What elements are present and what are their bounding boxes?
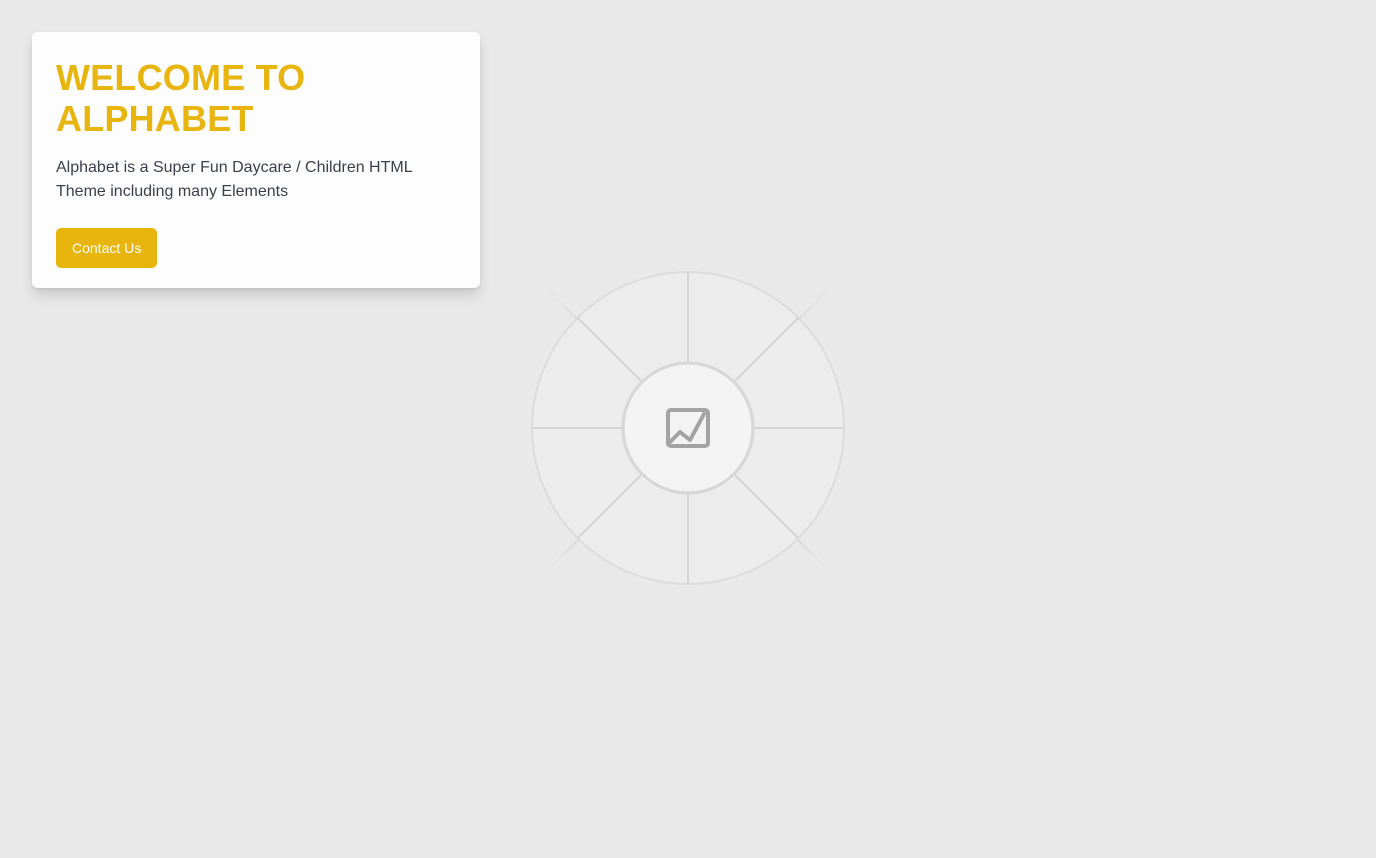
hero-description: Alphabet is a Super Fun Daycare / Childr…: [56, 159, 413, 200]
image-placeholder-graphic: [468, 210, 908, 650]
hero-title: WELCOME TO ALPHABET: [56, 57, 306, 139]
hero-card: WELCOME TO ALPHABET Alphabet is a Super …: [32, 32, 480, 288]
page: WELCOME TO ALPHABET Alphabet is a Super …: [0, 0, 1376, 858]
placeholder-inner-circle: [621, 361, 755, 495]
image-placeholder: [468, 210, 908, 650]
contact-us-button[interactable]: Contact Us: [56, 228, 158, 268]
